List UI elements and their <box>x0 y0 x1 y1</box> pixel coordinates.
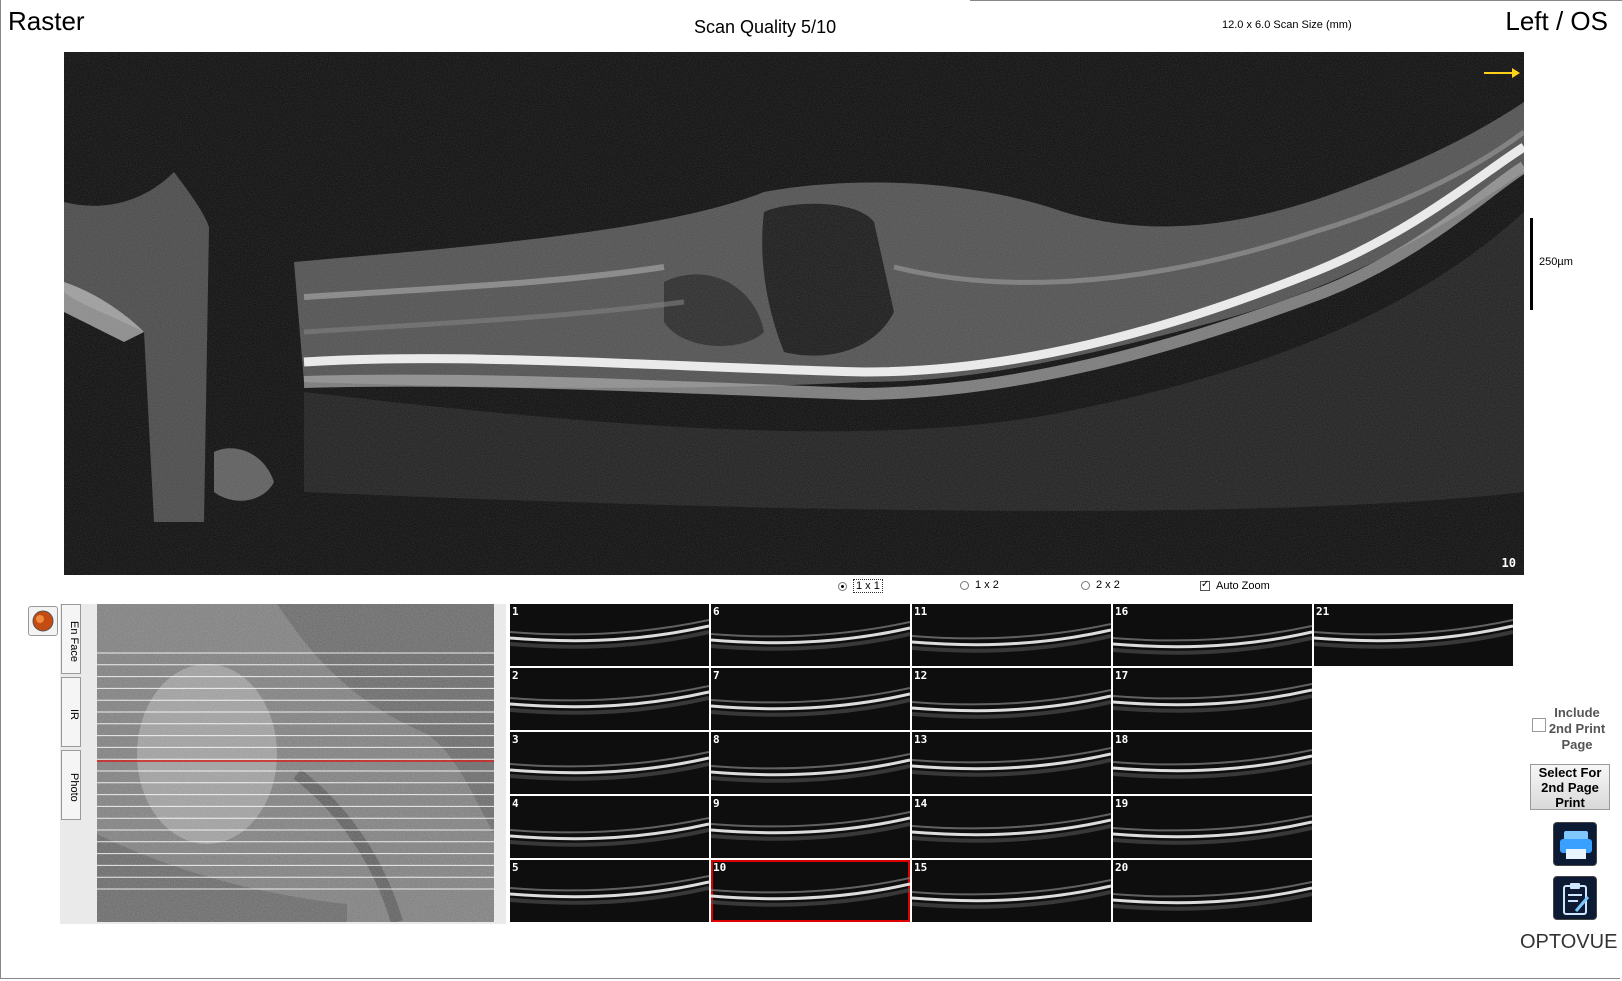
frame-number: 10 <box>1501 556 1516 570</box>
thumbnail-number: 2 <box>512 669 519 682</box>
radio-2x2[interactable] <box>1081 580 1090 590</box>
thumbnail-number: 16 <box>1115 605 1129 618</box>
thumbnail-number: 7 <box>713 669 720 682</box>
thumbnail-scan[interactable]: 6 <box>711 604 910 666</box>
thumbnail-scan[interactable]: 1 <box>510 604 709 666</box>
select-for-2nd-page-button[interactable]: Select For 2nd Page Print <box>1530 764 1610 810</box>
fundus-eye-icon[interactable] <box>28 606 58 636</box>
auto-zoom-option[interactable]: Auto Zoom <box>1200 579 1270 592</box>
thumbnail-scan[interactable]: 14 <box>912 796 1111 858</box>
thumbnail-scan[interactable]: 12 <box>912 668 1111 730</box>
thumbnail-number: 5 <box>512 861 519 874</box>
thumbnail-image <box>1113 625 1312 655</box>
thumbnail-number: 11 <box>914 605 928 618</box>
layout-1x2-label: 1 x 2 <box>975 579 999 591</box>
thumbnail-scan[interactable]: 4 <box>510 796 709 858</box>
thumbnail-image <box>711 687 910 717</box>
thumbnail-scan[interactable]: 9 <box>711 796 910 858</box>
print-button[interactable] <box>1553 822 1597 866</box>
thumbnail-scan[interactable]: 15 <box>912 860 1111 922</box>
thumbnail-image <box>510 817 709 847</box>
thumbnail-image <box>912 689 1111 719</box>
thumbnail-scan[interactable]: 2 <box>510 668 709 730</box>
thumbnail-image <box>1113 881 1312 911</box>
thumbnail-image <box>912 747 1111 777</box>
thumbnail-number: 15 <box>914 861 928 874</box>
thumbnail-image <box>1113 683 1312 713</box>
thumbnail-image <box>711 811 910 841</box>
thumbnail-image <box>1113 815 1312 845</box>
thumbnail-number: 12 <box>914 669 928 682</box>
scan-size-label: 12.0 x 6.0 Scan Size (mm) <box>1222 19 1352 31</box>
thumbnail-scan[interactable]: 19 <box>1113 796 1312 858</box>
optovue-logo: OPTOVUE <box>1520 931 1617 954</box>
tab-photo[interactable]: Photo <box>61 750 81 820</box>
thumbnail-number: 9 <box>713 797 720 810</box>
thumbnail-image <box>711 753 910 783</box>
thumbnail-number: 13 <box>914 733 928 746</box>
scale-label: 250µm <box>1539 256 1573 268</box>
report-button[interactable] <box>1553 876 1597 920</box>
thumbnail-scan[interactable]: 11 <box>912 604 1111 666</box>
printer-icon <box>1560 831 1592 859</box>
thumbnail-scan[interactable]: 16 <box>1113 604 1312 666</box>
main-bscan-image[interactable]: 10 <box>64 52 1524 575</box>
logo-text: OPTOVUE <box>1520 931 1618 953</box>
layout-1x1-label: 1 x 1 <box>853 579 883 593</box>
thumbnail-number: 1 <box>512 605 519 618</box>
thumbnail-number: 10 <box>713 861 727 874</box>
thumbnail-scan[interactable]: 8 <box>711 732 910 794</box>
thumbnail-image <box>912 813 1111 843</box>
thumbnail-image <box>510 619 709 649</box>
thumbnail-image <box>510 751 709 781</box>
thumbnail-image <box>711 621 910 651</box>
include-2nd-page-label: Include 2nd Print Page <box>1548 705 1606 752</box>
thumbnail-image <box>912 623 1111 653</box>
radio-1x2[interactable] <box>960 580 969 590</box>
thumbnail-number: 3 <box>512 733 519 746</box>
thumbnail-number: 14 <box>914 797 928 810</box>
thumbnail-scan[interactable]: 18 <box>1113 732 1312 794</box>
top-divider <box>970 0 1622 1</box>
clipboard-icon <box>1563 883 1590 915</box>
thumbnail-number: 21 <box>1316 605 1330 618</box>
include-2nd-page-checkbox[interactable] <box>1532 718 1546 732</box>
tab-ir[interactable]: IR <box>61 677 81 747</box>
thumbnail-number: 8 <box>713 733 720 746</box>
thumbnail-number: 4 <box>512 797 519 810</box>
thumbnail-number: 6 <box>713 605 720 618</box>
layout-option-2x2[interactable]: 2 x 2 <box>1081 579 1120 591</box>
scale-bar <box>1530 218 1533 310</box>
thumbnail-number: 19 <box>1115 797 1129 810</box>
thumbnail-image <box>510 685 709 715</box>
auto-zoom-label: Auto Zoom <box>1216 580 1270 592</box>
layout-option-1x2[interactable]: 1 x 2 <box>960 579 999 591</box>
thumbnail-image <box>510 875 709 905</box>
thumbnail-scan[interactable]: 10 <box>711 860 910 922</box>
thumbnail-scan[interactable]: 7 <box>711 668 910 730</box>
thumbnail-number: 17 <box>1115 669 1129 682</box>
thumbnail-image <box>1113 749 1312 779</box>
en-face-image[interactable] <box>97 604 494 922</box>
scan-quality-label: Scan Quality 5/10 <box>694 17 837 37</box>
thumbnail-scan[interactable]: 21 <box>1314 604 1513 666</box>
thumbnail-image <box>1314 619 1513 649</box>
layout-option-1x1[interactable]: 1 x 1 <box>838 579 883 593</box>
thumbnail-image <box>711 877 910 907</box>
thumbnail-image <box>912 879 1111 909</box>
thumbnail-scan[interactable]: 3 <box>510 732 709 794</box>
auto-zoom-checkbox[interactable] <box>1200 579 1210 591</box>
radio-1x1[interactable] <box>838 581 847 591</box>
eye-label: Left / OS <box>1505 6 1608 36</box>
thumbnail-scan[interactable]: 17 <box>1113 668 1312 730</box>
scan-mode-title: Raster <box>8 6 85 36</box>
thumbnail-scan[interactable]: 13 <box>912 732 1111 794</box>
thumbnail-number: 18 <box>1115 733 1129 746</box>
layout-2x2-label: 2 x 2 <box>1096 579 1120 591</box>
thumbnail-number: 20 <box>1115 861 1129 874</box>
thumbnail-scan[interactable]: 5 <box>510 860 709 922</box>
tab-en-face[interactable]: En Face <box>61 604 81 674</box>
thumbnail-scan[interactable]: 20 <box>1113 860 1312 922</box>
